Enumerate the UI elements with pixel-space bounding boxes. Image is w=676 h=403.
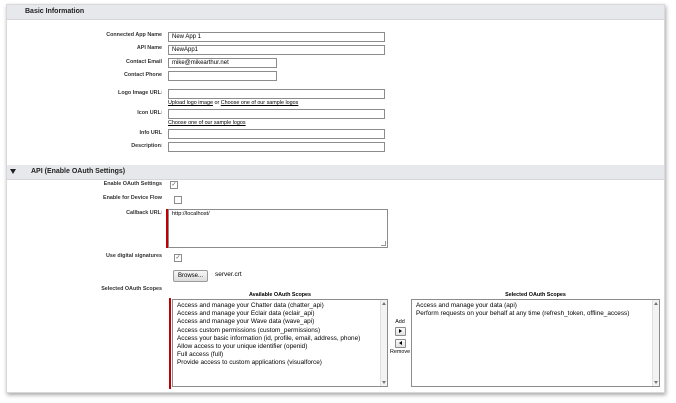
list-item[interactable]: Access and manage your data (api) bbox=[416, 302, 655, 310]
logo-or-text: or bbox=[212, 100, 221, 106]
scroll-up-icon[interactable] bbox=[382, 302, 386, 305]
logo-image-url-label: Logo Image URLi bbox=[118, 90, 162, 96]
scroll-up-icon[interactable] bbox=[654, 302, 658, 305]
help-icon[interactable]: i bbox=[161, 210, 162, 216]
help-icon[interactable]: i bbox=[161, 90, 162, 96]
enable-device-flow-label: Enable for Device Flow bbox=[102, 195, 162, 201]
list-item[interactable]: Access your basic information (id, profi… bbox=[177, 335, 383, 343]
list-item[interactable]: Perform requests on your behalf at any t… bbox=[416, 310, 655, 318]
collapse-triangle-icon[interactable] bbox=[10, 169, 16, 174]
callback-url-label: Callback URLi bbox=[126, 210, 162, 216]
basic-information-header: Basic Information bbox=[7, 5, 664, 20]
contact-phone-input[interactable] bbox=[168, 71, 277, 81]
enable-device-flow-checkbox[interactable] bbox=[174, 196, 182, 204]
help-icon[interactable]: i bbox=[161, 110, 162, 116]
api-name-label: API Name bbox=[136, 45, 162, 51]
api-oauth-header[interactable]: API (Enable OAuth Settings) bbox=[7, 165, 664, 180]
info-url-input[interactable] bbox=[168, 129, 385, 139]
upload-logo-link[interactable]: Upload logo image bbox=[168, 100, 213, 106]
list-item[interactable]: Full access (full) bbox=[177, 351, 383, 359]
contact-email-label: Contact Email bbox=[126, 59, 162, 65]
api-name-input[interactable]: NewApp1 bbox=[168, 45, 385, 55]
remove-button[interactable] bbox=[395, 339, 406, 348]
selected-scopes-title: Selected OAuth Scopes bbox=[505, 292, 566, 298]
list-item[interactable]: Provide access to custom applications (v… bbox=[177, 359, 383, 367]
list-item[interactable]: Access custom permissions (custom_permis… bbox=[177, 327, 383, 335]
use-digital-signatures-label: Use digital signatures bbox=[105, 253, 162, 259]
arrow-left-icon bbox=[399, 341, 402, 345]
icon-url-input[interactable] bbox=[168, 109, 385, 119]
scopes-required-bar bbox=[169, 298, 171, 389]
scroll-down-icon[interactable] bbox=[654, 381, 658, 384]
remove-label: Remove bbox=[390, 349, 411, 355]
description-label: Descriptioni bbox=[131, 143, 162, 149]
callback-url-label-text: Callback URL bbox=[126, 210, 161, 216]
selected-scopes-list[interactable]: Access and manage your data (api) Perfor… bbox=[411, 299, 660, 387]
contact-phone-label: Contact Phone bbox=[123, 72, 162, 78]
enable-oauth-checkbox[interactable]: ✓ bbox=[170, 181, 178, 189]
description-label-text: Description bbox=[131, 143, 161, 149]
description-input[interactable] bbox=[168, 142, 385, 152]
icon-url-label: Icon URLi bbox=[137, 110, 162, 116]
logo-image-url-input[interactable] bbox=[168, 89, 385, 99]
icon-sample-logos-link-text[interactable]: Choose one of our sample logos bbox=[168, 120, 246, 126]
connected-app-form: Basic Information Connected App Name New… bbox=[6, 4, 665, 393]
selected-file-name: server.crt bbox=[215, 271, 242, 278]
basic-information-title: Basic Information bbox=[25, 8, 85, 15]
logo-links: Upload logo image or Choose one of our s… bbox=[168, 100, 298, 106]
add-button[interactable] bbox=[395, 327, 406, 336]
selected-oauth-scopes-label: Selected OAuth Scopes bbox=[101, 286, 162, 292]
arrow-right-icon bbox=[399, 329, 402, 333]
use-digital-signatures-checkbox[interactable]: ✓ bbox=[174, 254, 182, 262]
enable-oauth-label: Enable OAuth Settings bbox=[103, 181, 162, 187]
logo-image-url-label-text: Logo Image URL bbox=[118, 90, 161, 96]
available-scopes-list[interactable]: Access and manage your Chatter data (cha… bbox=[172, 299, 388, 387]
sample-logos-link[interactable]: Choose one of our sample logos bbox=[221, 100, 299, 106]
checkmark-icon: ✓ bbox=[171, 182, 177, 188]
scroll-down-icon[interactable] bbox=[382, 381, 386, 384]
add-label: Add bbox=[395, 319, 405, 325]
connected-app-name-input[interactable]: New App 1 bbox=[168, 32, 385, 42]
callback-url-textarea[interactable]: http://localhost/ bbox=[168, 209, 388, 248]
connected-app-name-label: Connected App Name bbox=[106, 32, 162, 38]
selected-scopes-scrollbar[interactable] bbox=[652, 300, 659, 386]
checkmark-icon: ✓ bbox=[175, 255, 181, 261]
available-scopes-title: Available OAuth Scopes bbox=[248, 292, 312, 298]
resize-handle-icon[interactable] bbox=[381, 241, 386, 246]
icon-url-label-text: Icon URL bbox=[137, 110, 161, 116]
icon-sample-logos-link[interactable]: Choose one of our sample logos bbox=[168, 120, 246, 126]
help-icon[interactable]: i bbox=[161, 143, 162, 149]
list-item[interactable]: Access and manage your Chatter data (cha… bbox=[177, 302, 383, 310]
contact-email-input[interactable]: mike@mikearthur.net bbox=[168, 58, 277, 68]
available-scopes-scrollbar[interactable] bbox=[380, 300, 387, 386]
api-oauth-title: API (Enable OAuth Settings) bbox=[31, 168, 126, 175]
callback-url-value: http://localhost/ bbox=[172, 211, 210, 217]
list-item[interactable]: Allow access to your unique identifier (… bbox=[177, 343, 383, 351]
list-item[interactable]: Access and manage your Eclair data (ecla… bbox=[177, 310, 383, 318]
info-url-label: Info URL bbox=[139, 130, 162, 136]
browse-button[interactable]: Browse... bbox=[173, 270, 209, 282]
list-item[interactable]: Access and manage your Wave data (wave_a… bbox=[177, 318, 383, 326]
